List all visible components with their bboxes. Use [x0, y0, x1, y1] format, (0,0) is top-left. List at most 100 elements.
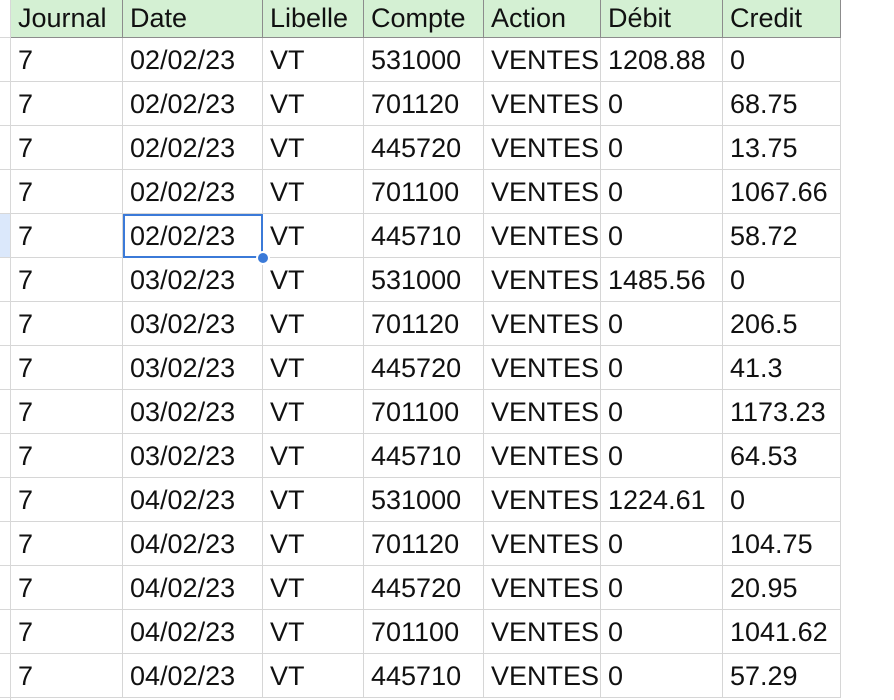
table-cell[interactable]: 1041.62 — [723, 610, 841, 654]
table-cell[interactable]: VENTES — [484, 566, 601, 610]
table-cell[interactable]: 701120 — [364, 522, 484, 566]
row-header[interactable] — [0, 390, 10, 434]
table-cell[interactable]: 0 — [601, 390, 723, 434]
table-cell[interactable]: 02/02/23 — [123, 38, 263, 82]
table-cell[interactable]: 57.29 — [723, 654, 841, 698]
table-cell[interactable]: 0 — [601, 82, 723, 126]
table-cell[interactable]: 1224.61 — [601, 478, 723, 522]
table-cell[interactable]: VT — [263, 214, 364, 258]
table-cell[interactable]: 03/02/23 — [123, 258, 263, 302]
table-cell[interactable]: 206.5 — [723, 302, 841, 346]
table-cell[interactable]: 7 — [11, 38, 123, 82]
table-cell[interactable]: 445710 — [364, 434, 484, 478]
table-cell[interactable]: VENTES — [484, 478, 601, 522]
table-cell[interactable]: 445710 — [364, 654, 484, 698]
table-cell[interactable]: 58.72 — [723, 214, 841, 258]
table-cell[interactable]: VENTES — [484, 302, 601, 346]
table-cell[interactable]: 02/02/23 — [123, 170, 263, 214]
table-cell[interactable]: 7 — [11, 610, 123, 654]
table-cell[interactable]: 1208.88 — [601, 38, 723, 82]
row-header[interactable] — [0, 434, 10, 478]
table-cell[interactable]: 0 — [601, 654, 723, 698]
table-cell[interactable]: 0 — [601, 214, 723, 258]
table-cell[interactable]: VENTES — [484, 654, 601, 698]
table-cell[interactable]: 04/02/23 — [123, 478, 263, 522]
table-cell[interactable]: 445710 — [364, 214, 484, 258]
table-cell[interactable]: 0 — [601, 566, 723, 610]
table-cell[interactable]: VT — [263, 302, 364, 346]
table-cell[interactable]: VENTES — [484, 214, 601, 258]
table-cell[interactable]: 7 — [11, 566, 123, 610]
row-header[interactable] — [0, 38, 10, 82]
table-cell[interactable]: 701120 — [364, 82, 484, 126]
table-cell[interactable]: VT — [263, 522, 364, 566]
row-header[interactable] — [0, 566, 10, 610]
table-cell[interactable]: 02/02/23 — [123, 82, 263, 126]
table-cell[interactable]: 7 — [11, 654, 123, 698]
column-header[interactable]: Date — [123, 0, 263, 38]
table-cell[interactable]: 04/02/23 — [123, 654, 263, 698]
table-cell[interactable]: 0 — [601, 434, 723, 478]
table-cell[interactable]: 1067.66 — [723, 170, 841, 214]
table-cell[interactable]: VENTES — [484, 390, 601, 434]
row-header[interactable] — [0, 610, 10, 654]
table-cell[interactable]: 03/02/23 — [123, 434, 263, 478]
table-cell[interactable]: 68.75 — [723, 82, 841, 126]
table-cell[interactable]: 04/02/23 — [123, 610, 263, 654]
table-cell[interactable]: 7 — [11, 302, 123, 346]
table-cell[interactable]: VT — [263, 566, 364, 610]
table-cell[interactable]: 03/02/23 — [123, 302, 263, 346]
table-cell[interactable]: 7 — [11, 346, 123, 390]
table-cell[interactable]: 0 — [601, 346, 723, 390]
table-cell[interactable]: 02/02/23 — [123, 126, 263, 170]
table-cell[interactable]: 531000 — [364, 478, 484, 522]
table-cell[interactable]: VENTES — [484, 610, 601, 654]
table-cell[interactable]: 03/02/23 — [123, 346, 263, 390]
table-cell[interactable]: 7 — [11, 434, 123, 478]
row-header[interactable] — [0, 258, 10, 302]
table-cell[interactable]: 701100 — [364, 170, 484, 214]
row-header-gutter[interactable] — [0, 0, 11, 700]
table-cell[interactable]: 7 — [11, 126, 123, 170]
table-cell[interactable]: VENTES — [484, 434, 601, 478]
table-cell[interactable]: 20.95 — [723, 566, 841, 610]
table-cell[interactable]: 64.53 — [723, 434, 841, 478]
table-cell[interactable]: VENTES — [484, 126, 601, 170]
table-cell[interactable]: 0 — [723, 478, 841, 522]
column-header[interactable]: Journal — [11, 0, 123, 38]
table-cell[interactable]: VT — [263, 346, 364, 390]
table-cell[interactable]: 445720 — [364, 566, 484, 610]
table-cell[interactable]: 445720 — [364, 346, 484, 390]
spreadsheet[interactable]: Journal Date Libelle Compte Action Débit Credi… — [0, 0, 894, 700]
table-cell[interactable]: VT — [263, 434, 364, 478]
table-cell[interactable]: 7 — [11, 170, 123, 214]
table-cell[interactable]: 0 — [601, 302, 723, 346]
row-header[interactable] — [0, 346, 10, 390]
table-cell[interactable]: 701120 — [364, 302, 484, 346]
row-header[interactable] — [0, 654, 10, 698]
table-cell[interactable]: VT — [263, 478, 364, 522]
table-cell[interactable]: 04/02/23 — [123, 566, 263, 610]
table-cell[interactable]: 1485.56 — [601, 258, 723, 302]
table-cell[interactable]: VT — [263, 610, 364, 654]
table-cell[interactable]: 445720 — [364, 126, 484, 170]
table-cell[interactable]: 04/02/23 — [123, 522, 263, 566]
table-cell[interactable]: VENTES — [484, 38, 601, 82]
column-header[interactable]: Débit — [601, 0, 723, 38]
row-header[interactable] — [0, 170, 10, 214]
table-cell[interactable]: VT — [263, 390, 364, 434]
table-cell[interactable]: VENTES — [484, 82, 601, 126]
table-cell[interactable]: 41.3 — [723, 346, 841, 390]
table-cell[interactable]: 0 — [601, 522, 723, 566]
fill-handle[interactable] — [256, 251, 270, 265]
table-cell[interactable]: 0 — [723, 258, 841, 302]
row-header[interactable] — [0, 82, 10, 126]
table-cell[interactable]: 7 — [11, 478, 123, 522]
table-cell[interactable]: 531000 — [364, 258, 484, 302]
table-cell[interactable]: 7 — [11, 390, 123, 434]
table-cell[interactable]: 03/02/23 — [123, 390, 263, 434]
table-cell[interactable]: VT — [263, 126, 364, 170]
column-header[interactable]: Credit — [723, 0, 841, 38]
table-cell[interactable]: VT — [263, 38, 364, 82]
table-cell[interactable]: 0 — [723, 38, 841, 82]
